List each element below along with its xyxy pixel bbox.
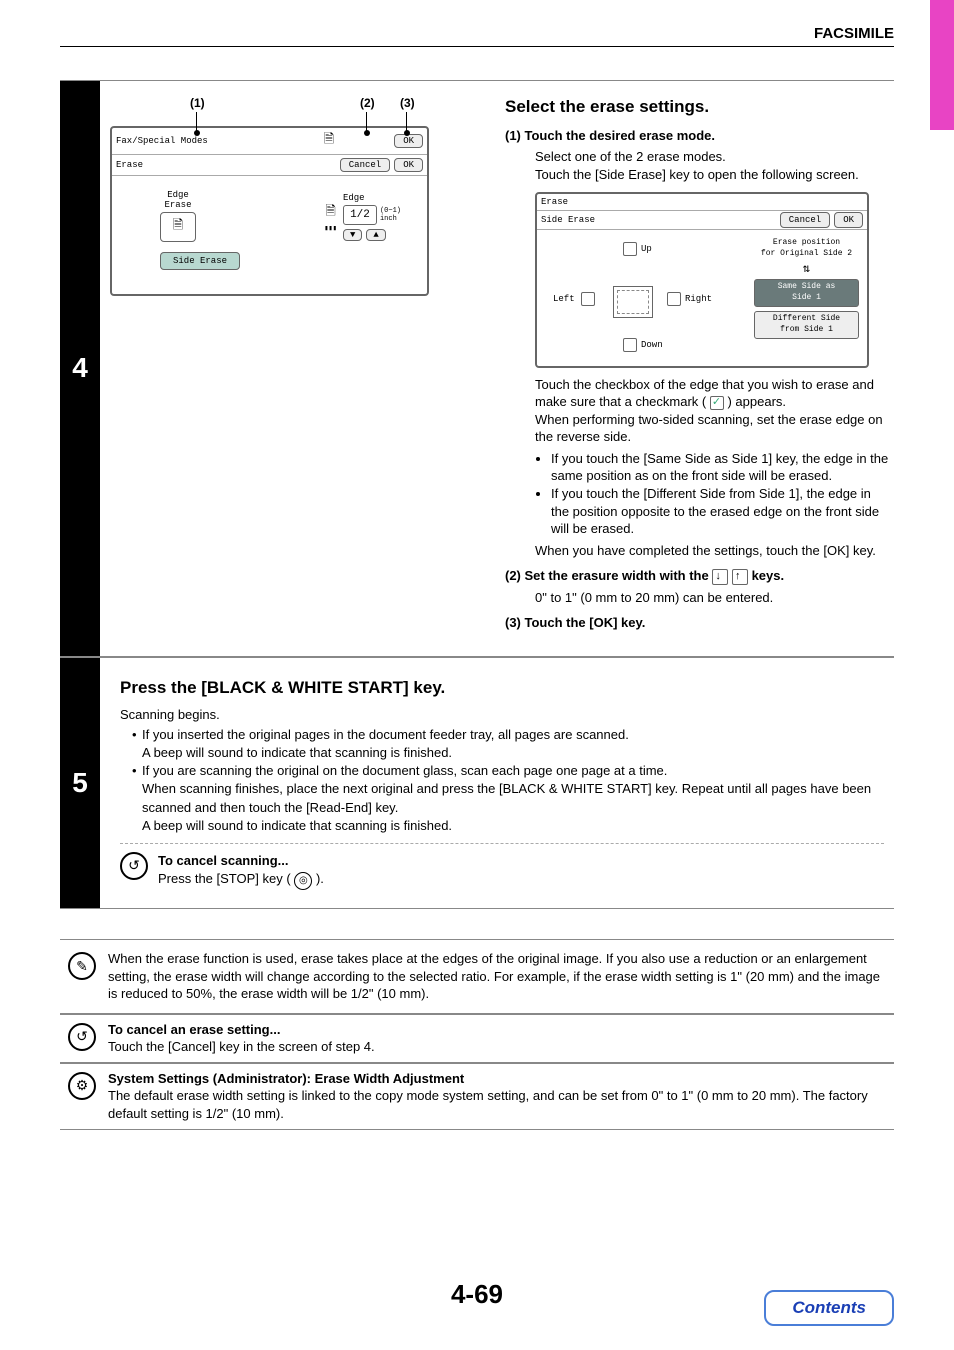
step-number: 5	[60, 658, 100, 908]
edge-selector: Up Left Right Down	[545, 238, 754, 358]
pencil-icon: ✎	[68, 952, 96, 980]
width-display: 1/2	[343, 205, 377, 225]
right-checkbox[interactable]	[667, 292, 681, 306]
cancel-note: ↺ To cancel scanning... Press the [STOP]…	[120, 852, 884, 890]
cancel-button[interactable]: Cancel	[780, 212, 830, 228]
edge-erase-icon: 🗎	[160, 212, 196, 242]
text: 0" to 1" (0 mm to 20 mm) can be entered.	[505, 589, 889, 607]
edge-erase-option[interactable]: Edge Erase 🗎	[138, 190, 218, 244]
up-checkbox[interactable]	[623, 242, 637, 256]
step-title: Press the [BLACK & WHITE START] key.	[120, 676, 884, 700]
undo-icon: ↺	[120, 852, 148, 880]
decrease-button[interactable]: ▼	[343, 229, 362, 241]
note-text: Touch the [Cancel] key in the screen of …	[108, 1038, 375, 1056]
side-erase-screen: Erase Side Erase Cancel OK Up	[535, 192, 869, 368]
side-erase-button[interactable]: Side Erase	[160, 252, 240, 270]
different-side-button[interactable]: Different Side from Side 1	[754, 311, 859, 339]
screen-subtitle: Side Erase	[541, 214, 595, 226]
substep-2-heading: (2) Set the erasure width with the keys.	[505, 567, 889, 585]
left-checkbox[interactable]	[581, 292, 595, 306]
increase-button[interactable]: ▲	[366, 229, 385, 241]
note-text: The default erase width setting is linke…	[108, 1087, 886, 1122]
page-representation	[613, 286, 653, 318]
text: When you have completed the settings, to…	[535, 542, 889, 560]
up-key-icon	[732, 569, 748, 585]
note-block-2: ↺ To cancel an erase setting... Touch th…	[60, 1014, 894, 1063]
step-4: 4 (1) (2) (3) Fax/Special Modes	[60, 80, 894, 657]
page-header: FACSIMILE	[60, 25, 894, 47]
section-color-tab	[930, 0, 954, 130]
edge-label: Edge	[343, 193, 365, 203]
screen-title: Erase	[541, 196, 568, 208]
step-5: 5 Press the [BLACK & WHITE START] key. S…	[60, 657, 894, 909]
edge-icon: 🗎	[325, 202, 335, 224]
substep-1-heading: (1) Touch the desired erase mode.	[505, 127, 889, 145]
undo-icon: ↺	[68, 1023, 96, 1051]
bullet: If you are scanning the original on the …	[132, 762, 884, 835]
note-text: When the erase function is used, erase t…	[108, 950, 886, 1003]
text: When performing two-sided scanning, set …	[535, 411, 889, 446]
row-label: Erase	[116, 160, 143, 170]
same-side-button[interactable]: Same Side as Side 1	[754, 279, 859, 307]
step4-left-panel: (1) (2) (3) Fax/Special Modes 🗎 OK	[100, 81, 490, 656]
text: Touch the checkbox of the edge that you …	[535, 376, 889, 411]
note-heading: To cancel an erase setting...	[108, 1021, 375, 1039]
note-block-3: ⚙ System Settings (Administrator): Erase…	[60, 1063, 894, 1130]
step4-instructions: Select the erase settings. (1) Touch the…	[490, 81, 894, 656]
note-block-1: ✎ When the erase function is used, erase…	[60, 939, 894, 1014]
divider	[120, 843, 884, 844]
erase-position-label: Erase position for Original Side 2	[754, 238, 859, 260]
flip-icon: ⇅	[754, 263, 859, 275]
doc-icon: 🗎	[324, 130, 334, 152]
down-key-icon	[712, 569, 728, 585]
bullet: If you touch the [Different Side from Si…	[551, 485, 889, 538]
bullet: If you touch the [Same Side as Side 1] k…	[551, 450, 889, 485]
contents-button[interactable]: Contents	[764, 1290, 894, 1326]
fax-special-modes-screen: Fax/Special Modes 🗎 OK Erase Cancel OK	[110, 126, 429, 296]
cancel-heading: To cancel scanning...	[158, 852, 324, 870]
cancel-button[interactable]: Cancel	[340, 158, 390, 172]
unit-label: (0~1) inch	[380, 207, 401, 223]
note-heading: System Settings (Administrator): Erase W…	[108, 1070, 886, 1088]
ok-button[interactable]: OK	[394, 134, 423, 148]
callout-labels: (1) (2) (3)	[110, 96, 430, 114]
checkmark-icon: ✓	[710, 396, 724, 410]
row-label: Fax/Special Modes	[116, 136, 208, 146]
ok-button[interactable]: OK	[394, 158, 423, 172]
bullet: If you inserted the original pages in th…	[132, 726, 884, 762]
header-title: FACSIMILE	[814, 25, 894, 42]
step-title: Select the erase settings.	[505, 96, 889, 119]
text: Scanning begins.	[120, 706, 884, 724]
ok-button[interactable]: OK	[834, 212, 863, 228]
down-checkbox[interactable]	[623, 338, 637, 352]
substep-3-heading: (3) Touch the [OK] key.	[505, 614, 889, 632]
step-number: 4	[60, 81, 100, 656]
text: Press the [STOP] key ( ◎ ).	[158, 870, 324, 890]
gear-icon: ⚙	[68, 1072, 96, 1100]
stop-key-icon: ◎	[294, 872, 312, 890]
